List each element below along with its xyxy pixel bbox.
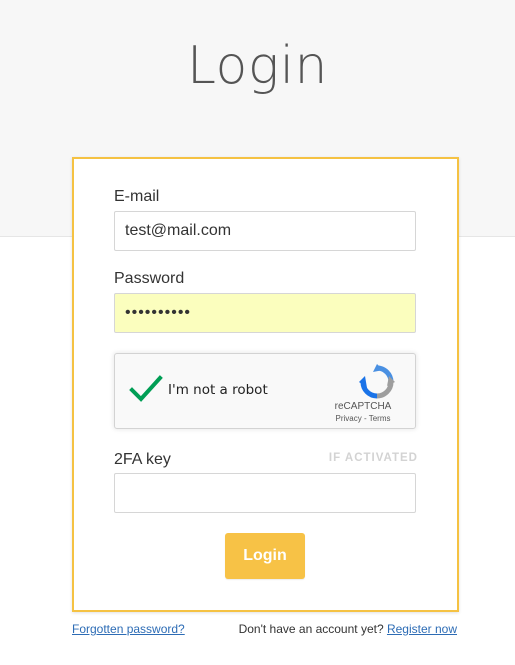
register-link[interactable]: Register now xyxy=(387,622,457,636)
twofa-label: 2FA key xyxy=(114,451,171,468)
checkmark-icon[interactable] xyxy=(129,374,163,404)
login-button[interactable]: Login xyxy=(225,533,305,579)
email-field[interactable] xyxy=(114,211,416,251)
twofa-field[interactable] xyxy=(114,473,416,513)
recaptcha-widget: I'm not a robot reCAPTCHA Privacy - Term… xyxy=(114,353,416,429)
recaptcha-terms-link[interactable]: Terms xyxy=(369,414,391,423)
recaptcha-privacy-link[interactable]: Privacy xyxy=(336,414,362,423)
password-label: Password xyxy=(114,270,185,287)
email-label: E-mail xyxy=(114,188,160,205)
twofa-hint: IF ACTIVATED xyxy=(328,452,418,464)
recaptcha-logo-icon xyxy=(359,364,395,400)
password-field[interactable] xyxy=(114,293,416,333)
register-prompt: Don't have an account yet? Register now xyxy=(239,622,457,636)
captcha-label[interactable]: I'm not a robot xyxy=(168,382,268,398)
page-title: Login xyxy=(187,36,328,96)
login-card: E-mail Password I'm not a robot reCAPTCH… xyxy=(72,157,459,612)
recaptcha-link-separator: - xyxy=(361,414,369,423)
no-account-text: Don't have an account yet? xyxy=(238,622,387,636)
recaptcha-brand: reCAPTCHA xyxy=(334,401,392,412)
forgot-password-link[interactable]: Forgotten password? xyxy=(72,622,185,636)
recaptcha-links: Privacy - Terms xyxy=(323,414,403,423)
